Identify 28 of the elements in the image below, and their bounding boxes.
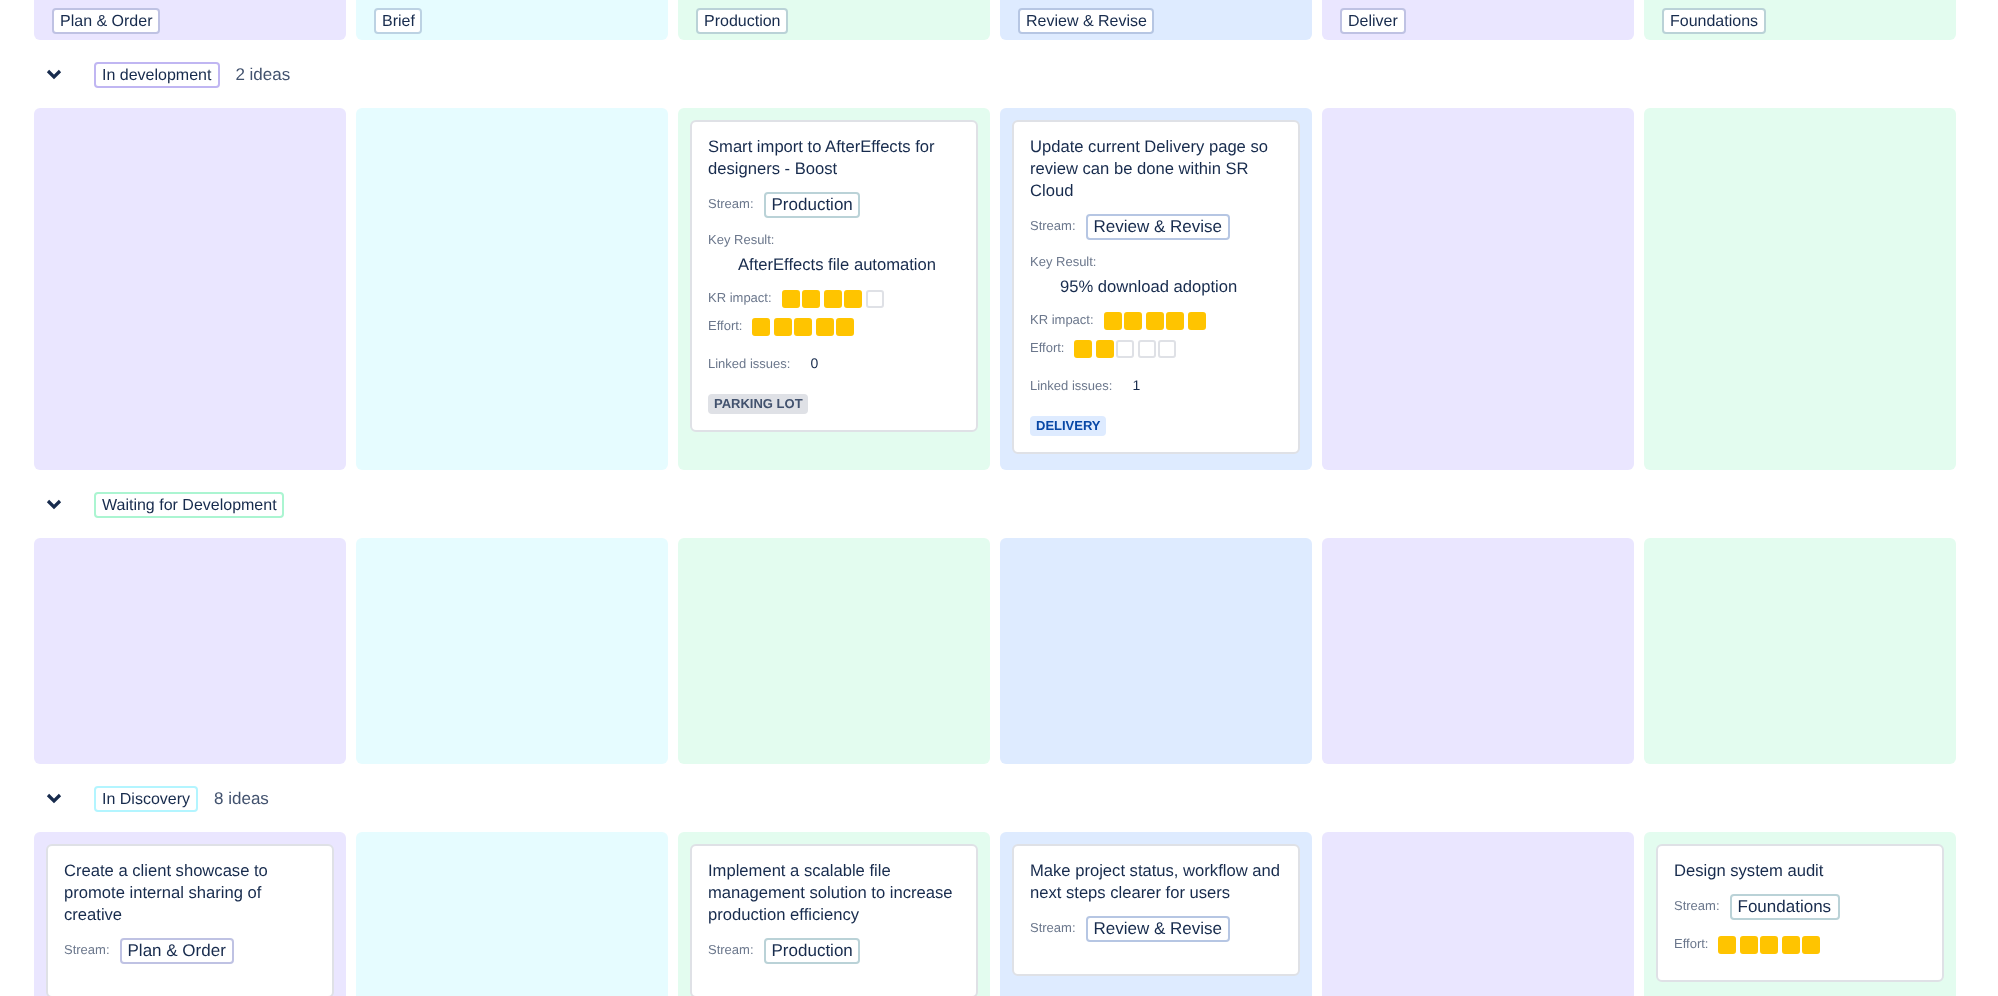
section-title: In Discovery — [94, 785, 199, 811]
column-title: Brief — [374, 7, 423, 33]
card-title: Update current Delivery page so review can be done within SR Cloud — [1030, 136, 1270, 202]
column-title: Review & Revise — [1018, 7, 1155, 33]
chevron-icon[interactable] — [46, 792, 62, 804]
stream-tag: Plan & Order — [119, 938, 234, 964]
stream-tag: Production — [763, 938, 861, 964]
chevron-icon[interactable] — [46, 498, 62, 510]
chevron-icon[interactable] — [46, 68, 62, 80]
card-title: Design system audit — [1674, 860, 1826, 882]
stream-tag: Production — [763, 192, 861, 218]
idea-count: 8 ideas — [214, 788, 269, 808]
card-title: Smart import to AfterEffects for designers - Boost — [708, 136, 937, 180]
stream-tag: Review & Revise — [1085, 916, 1231, 942]
section-title: Waiting for Development — [94, 491, 285, 517]
column-title: Plan & Order — [52, 7, 161, 33]
stream-tag: Review & Revise — [1085, 214, 1231, 240]
section-title: In development — [94, 61, 220, 87]
column-title: Foundations — [1662, 7, 1767, 33]
idea-count: 2 ideas — [235, 64, 291, 84]
key-result: 95% download adoption — [1058, 276, 1240, 296]
card-title: Implement a scalable file management solution to increase production efficiency — [708, 860, 955, 926]
column-title: Deliver — [1340, 7, 1406, 33]
stream-tag: Foundations — [1729, 894, 1840, 920]
key-result: AfterEffects file automation — [736, 254, 938, 274]
card-title: Create a client showcase to promote internal sharing of creative — [64, 860, 270, 926]
card-title: Make project status, workflow and next steps clearer for users — [1030, 860, 1282, 904]
column-title: Production — [696, 7, 789, 33]
